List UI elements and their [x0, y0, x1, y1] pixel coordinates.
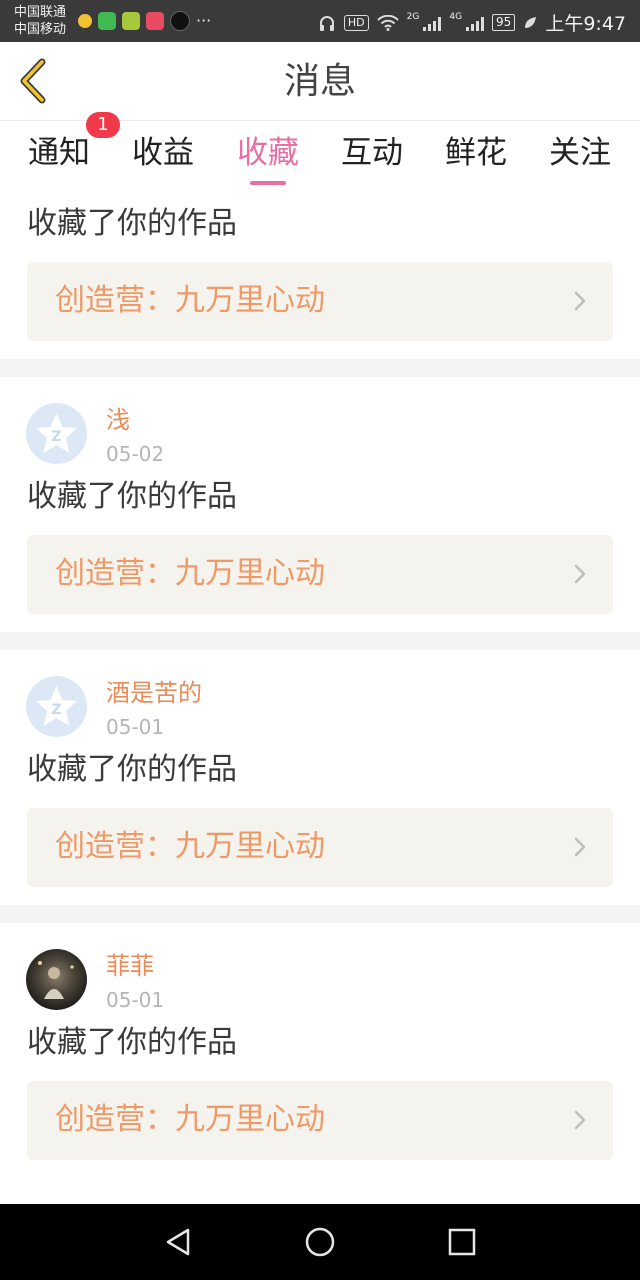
- green-app-icon: [122, 12, 140, 30]
- avatar[interactable]: Z: [26, 676, 87, 737]
- default-avatar-icon: Z: [36, 686, 77, 726]
- svg-text:Z: Z: [51, 429, 61, 445]
- recents-square-icon[interactable]: [444, 1224, 480, 1260]
- tiktok-icon: [170, 11, 190, 31]
- status-right: HD 2G 4G 95 上午9:47: [318, 9, 626, 36]
- bulb-icon: [78, 14, 92, 28]
- work-title: 创造营：九万里心动: [55, 1102, 325, 1137]
- page-title: 消息: [283, 61, 356, 102]
- chevron-right-icon: [574, 291, 586, 311]
- chevron-right-icon: [574, 837, 586, 857]
- tab-favorites[interactable]: 收藏: [218, 133, 318, 173]
- message-action: 收藏了你的作品: [27, 206, 237, 241]
- work-link[interactable]: 创造营：九万里心动: [27, 262, 613, 341]
- message-date: 05-01: [106, 988, 165, 1012]
- message-card: Z 酒是苦的 05-01 收藏了你的作品 创造营：九万里心动: [0, 650, 640, 905]
- work-title: 创造营：九万里心动: [55, 556, 325, 591]
- message-date: 05-01: [106, 715, 165, 739]
- user-row: Z 酒是苦的 05-01: [0, 650, 640, 750]
- message-feed[interactable]: 收藏了你的作品 创造营：九万里心动 Z 浅 05-02 收藏了你的作品 创造营：…: [0, 188, 640, 1178]
- signal-1-icon: [423, 15, 442, 31]
- chevron-right-icon: [574, 564, 586, 584]
- net-2g-label: 2G: [406, 11, 420, 22]
- tab-interaction[interactable]: 互动: [322, 133, 422, 173]
- work-link[interactable]: 创造营：九万里心动: [27, 808, 613, 887]
- back-triangle-icon[interactable]: [160, 1224, 196, 1260]
- notification-icons: ···: [78, 11, 211, 31]
- work-link[interactable]: 创造营：九万里心动: [27, 535, 613, 614]
- message-action: 收藏了你的作品: [27, 752, 237, 787]
- card-divider: [0, 905, 640, 923]
- status-bar: 中国联通 中国移动 ··· HD 2G 4G 95 上午9:47: [0, 0, 640, 42]
- card-divider: [0, 359, 640, 377]
- user-row: Z 浅 05-02: [0, 377, 640, 477]
- clock: 上午9:47: [545, 13, 626, 35]
- user-row: 菲菲 05-01: [0, 923, 640, 1023]
- hd-label: HD: [343, 14, 369, 31]
- work-title: 创造营：九万里心动: [55, 283, 325, 318]
- work-title: 创造营：九万里心动: [55, 829, 325, 864]
- chevron-right-icon: [574, 1110, 586, 1130]
- wifi-icon: [376, 14, 399, 31]
- notice-badge: 1: [86, 112, 120, 138]
- tab-earnings[interactable]: 收益: [113, 133, 213, 173]
- system-nav-bar: [0, 1204, 640, 1280]
- user-name[interactable]: 酒是苦的: [106, 678, 202, 708]
- carrier-info: 中国联通 中国移动: [14, 4, 66, 38]
- more-dots-icon: ···: [196, 11, 212, 30]
- app-header: 消息: [0, 42, 640, 121]
- red-app-icon: [146, 12, 164, 30]
- work-link[interactable]: 创造营：九万里心动: [27, 1081, 613, 1160]
- tab-notice[interactable]: 通知: [9, 133, 109, 173]
- user-name[interactable]: 菲菲: [106, 951, 154, 981]
- card-divider: [0, 632, 640, 650]
- tab-flowers[interactable]: 鲜花: [426, 133, 526, 173]
- carrier-1: 中国联通: [14, 5, 67, 20]
- message-card: 菲菲 05-01 收藏了你的作品 创造营：九万里心动: [0, 923, 640, 1178]
- message-card: 收藏了你的作品 创造营：九万里心动: [0, 188, 640, 359]
- user-name[interactable]: 浅: [106, 405, 130, 435]
- active-tab-indicator: [250, 181, 286, 185]
- message-action: 收藏了你的作品: [27, 1025, 237, 1060]
- default-avatar-icon: Z: [36, 413, 77, 453]
- message-action: 收藏了你的作品: [27, 479, 237, 514]
- photo-avatar[interactable]: [26, 949, 87, 1010]
- leaf-icon: [525, 16, 537, 28]
- message-card: Z 浅 05-02 收藏了你的作品 创造营：九万里心动: [0, 377, 640, 632]
- video-app-icon: [98, 12, 116, 30]
- message-date: 05-02: [106, 442, 165, 466]
- svg-text:Z: Z: [51, 702, 61, 718]
- photo-avatar-icon: [38, 961, 74, 999]
- tab-follow[interactable]: 关注: [530, 133, 630, 173]
- battery-icon: 95: [492, 14, 516, 31]
- home-circle-icon[interactable]: [302, 1224, 338, 1260]
- signal-2-icon: [466, 15, 485, 31]
- avatar[interactable]: Z: [26, 403, 87, 464]
- carrier-2: 中国移动: [14, 22, 67, 37]
- net-4g-label: 4G: [449, 11, 463, 22]
- headphones-icon: [319, 15, 334, 31]
